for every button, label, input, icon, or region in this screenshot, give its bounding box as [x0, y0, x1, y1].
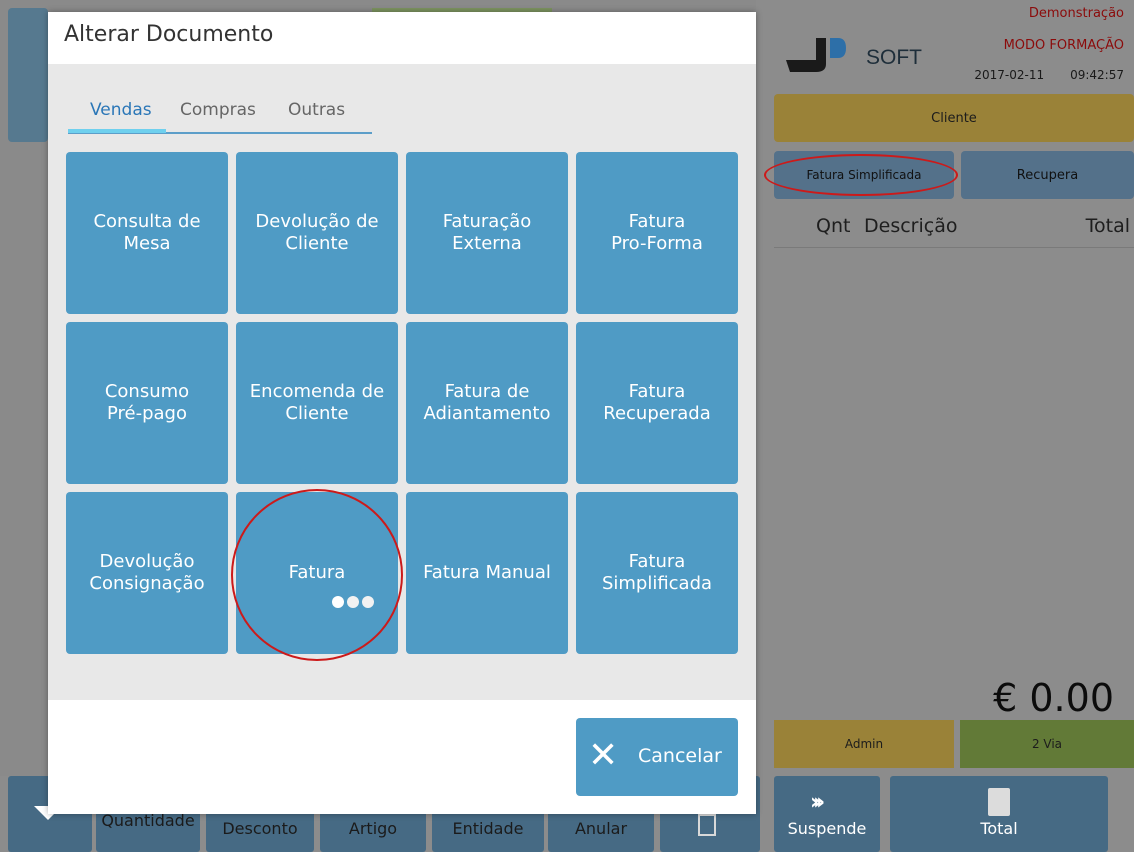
- tab-vendas[interactable]: Vendas: [90, 100, 152, 120]
- jp-soft-logo: SOFT: [786, 28, 946, 78]
- tile-encomenda-de-cliente[interactable]: Encomenda de Cliente: [236, 322, 398, 484]
- document-tabs: Vendas Compras Outras: [68, 92, 372, 134]
- column-header-description: Descrição: [864, 215, 958, 237]
- total-button[interactable]: Total: [890, 776, 1108, 852]
- tile-fatura-manual[interactable]: Fatura Manual: [406, 492, 568, 654]
- demo-label: Demonstração: [1028, 6, 1124, 21]
- grand-total: € 0.00: [993, 676, 1114, 720]
- tile-devolucao-de-cliente[interactable]: Devolução de Cliente: [236, 152, 398, 314]
- tile-fatura-recuperada[interactable]: Fatura Recuperada: [576, 322, 738, 484]
- tile-devolucao-consignacao[interactable]: Devolução Consignação: [66, 492, 228, 654]
- tile-consumo-pre-pago[interactable]: Consumo Pré-pago: [66, 322, 228, 484]
- date-text: 2017-02-11: [974, 68, 1045, 82]
- suspend-label: Suspende: [787, 819, 867, 838]
- total-label: Total: [980, 819, 1018, 838]
- admin-button[interactable]: Admin: [774, 720, 954, 768]
- tile-fatura-simplificada[interactable]: Fatura Simplificada: [576, 492, 738, 654]
- tile-consulta-de-mesa[interactable]: Consulta de Mesa: [66, 152, 228, 314]
- jp-logo-icon: [786, 38, 846, 72]
- close-icon: ✕: [588, 735, 619, 776]
- column-header-qnt: Qnt: [816, 215, 851, 237]
- order-column-headers: Qnt Descrição Total: [774, 212, 1134, 248]
- date-time: 2017-02-11 09:42:57: [974, 68, 1124, 82]
- annotation-circle: [231, 489, 403, 661]
- tile-fatura-pro-forma[interactable]: Fatura Pro-Forma: [576, 152, 738, 314]
- double-chevron-right-icon: ›››: [810, 790, 825, 815]
- active-tab-indicator: [68, 129, 166, 133]
- payment-icon: [988, 788, 1010, 816]
- side-panel-strip: [8, 8, 48, 142]
- tile-faturacao-externa[interactable]: Faturação Externa: [406, 152, 568, 314]
- client-button[interactable]: Cliente: [774, 94, 1134, 142]
- change-document-dialog: Alterar Documento Vendas Compras Outras …: [48, 12, 756, 814]
- dialog-title: Alterar Documento: [64, 22, 274, 47]
- cancel-label: Cancelar: [638, 745, 722, 767]
- time-text: 09:42:57: [1070, 68, 1124, 82]
- tile-fatura-de-adiantamento[interactable]: Fatura de Adiantamento: [406, 322, 568, 484]
- second-copy-button[interactable]: 2 Via: [960, 720, 1134, 768]
- tab-outras[interactable]: Outras: [288, 100, 345, 120]
- annotation-ellipse: [764, 154, 958, 196]
- cancel-button[interactable]: ✕ Cancelar: [576, 718, 738, 796]
- dialog-body: Vendas Compras Outras Consulta de Mesa D…: [48, 64, 756, 700]
- logo-text: SOFT: [866, 46, 922, 69]
- person-icon: [698, 814, 716, 836]
- tab-compras[interactable]: Compras: [180, 100, 256, 120]
- suspend-button[interactable]: ››› Suspende: [774, 776, 880, 852]
- column-header-total: Total: [1085, 215, 1130, 237]
- recover-button[interactable]: Recupera: [961, 151, 1134, 199]
- training-mode-label: MODO FORMAÇÃO: [1003, 38, 1124, 53]
